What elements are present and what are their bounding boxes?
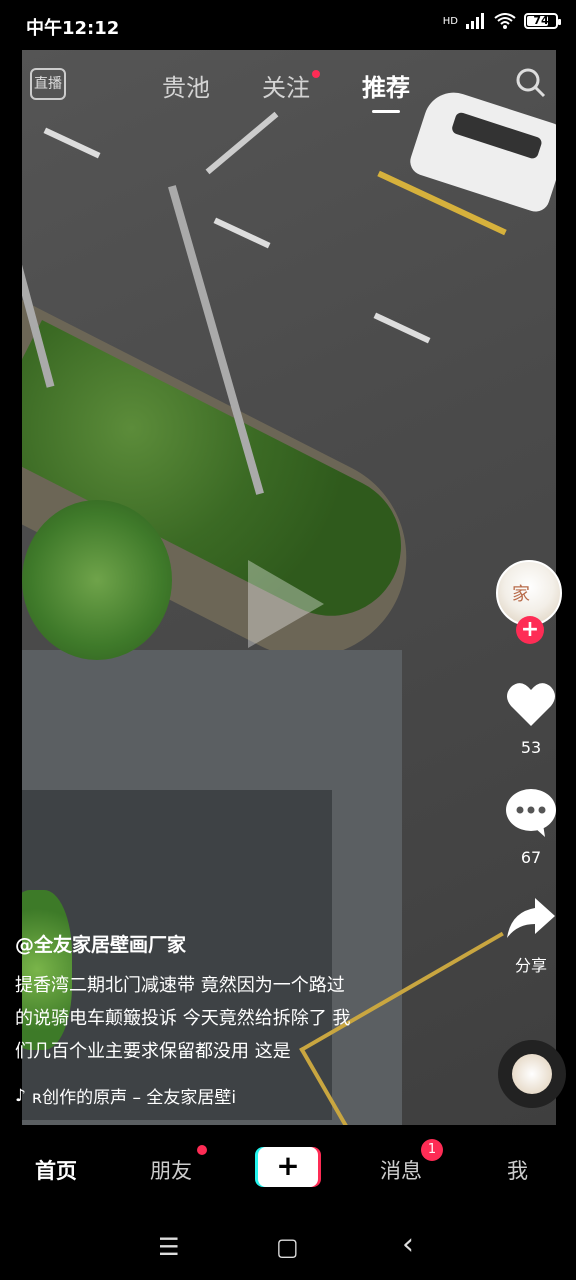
create-button[interactable]: +	[258, 1147, 318, 1187]
tab-following-label: 关注	[262, 74, 310, 102]
like-count: 53	[520, 738, 542, 757]
menu-icon[interactable]: ☰	[158, 1233, 180, 1261]
nav-messages[interactable]: 消息	[380, 1155, 422, 1185]
like-button[interactable]: 53	[496, 680, 566, 757]
active-tab-indicator	[372, 110, 400, 113]
live-icon[interactable]: 直播	[30, 68, 66, 100]
tab-recommend[interactable]: 推荐	[362, 68, 410, 113]
signal-icon: HD	[442, 15, 458, 27]
status-time: 中午12:12	[26, 18, 120, 39]
back-icon[interactable]: ‹	[402, 1227, 414, 1262]
nav-me[interactable]: 我	[507, 1155, 528, 1185]
live-label: 直播	[34, 76, 62, 92]
share-label: 分享	[514, 956, 547, 975]
notification-dot	[312, 70, 320, 78]
music-title: ʀ创作的原声 – 全友家居壁i	[31, 1088, 237, 1108]
music-cover	[512, 1054, 552, 1094]
status-icons: HD 74	[442, 13, 561, 29]
wifi-icon	[494, 13, 516, 29]
messages-badge: 1	[421, 1139, 443, 1161]
top-nav: 直播 贵池 关注 推荐	[22, 50, 556, 120]
music-note-icon: ♪	[15, 1085, 26, 1106]
description-line: 提香湾二期北门减速带 竟然因为一个路过	[15, 975, 345, 996]
comment-icon	[506, 789, 556, 837]
follow-button[interactable]: +	[516, 616, 544, 644]
nav-friends[interactable]: 朋友	[150, 1155, 192, 1185]
description-line: 们几百个业主要求保留都没用 这是	[15, 1041, 291, 1062]
search-icon[interactable]	[516, 68, 546, 98]
comment-button[interactable]: 67	[496, 788, 566, 867]
tab-local[interactable]: 贵池	[162, 68, 210, 103]
home-icon[interactable]: ▢	[276, 1233, 299, 1261]
battery-icon: 74	[524, 13, 561, 29]
system-nav: ☰ ▢ ‹	[0, 1213, 576, 1280]
bottom-nav: 首页 朋友 + 消息 1 我	[0, 1125, 576, 1213]
description[interactable]: 提香湾二期北门减速带 竟然因为一个路过 的说骑电车颠簸投诉 今天竟然给拆除了 我…	[15, 969, 435, 1068]
music-info[interactable]: ♪ ʀ创作的原声 – 全友家居壁i	[15, 1083, 237, 1109]
nav-home[interactable]: 首页	[35, 1155, 77, 1185]
video-caption: @全友家居壁画厂家 提香湾二期北门减速带 竟然因为一个路过 的说骑电车颠簸投诉 …	[15, 930, 435, 1068]
tab-following[interactable]: 关注	[262, 68, 320, 103]
description-line: 的说骑电车颠簸投诉 今天竟然给拆除了 我	[15, 1008, 351, 1029]
friends-dot	[197, 1145, 207, 1155]
tree	[22, 500, 172, 660]
avatar-glyph: 家	[512, 584, 530, 605]
heart-icon	[507, 683, 555, 726]
share-icon	[507, 898, 555, 938]
author-name[interactable]: @全友家居壁画厂家	[15, 930, 435, 957]
music-disc[interactable]	[498, 1040, 566, 1108]
comment-count: 67	[520, 848, 542, 867]
share-button[interactable]: 分享	[496, 896, 566, 976]
tab-recommend-label: 推荐	[362, 74, 410, 102]
status-bar: 中午12:12 HD 74	[0, 0, 576, 50]
cellular-icon	[466, 13, 484, 29]
play-icon[interactable]	[248, 560, 324, 648]
